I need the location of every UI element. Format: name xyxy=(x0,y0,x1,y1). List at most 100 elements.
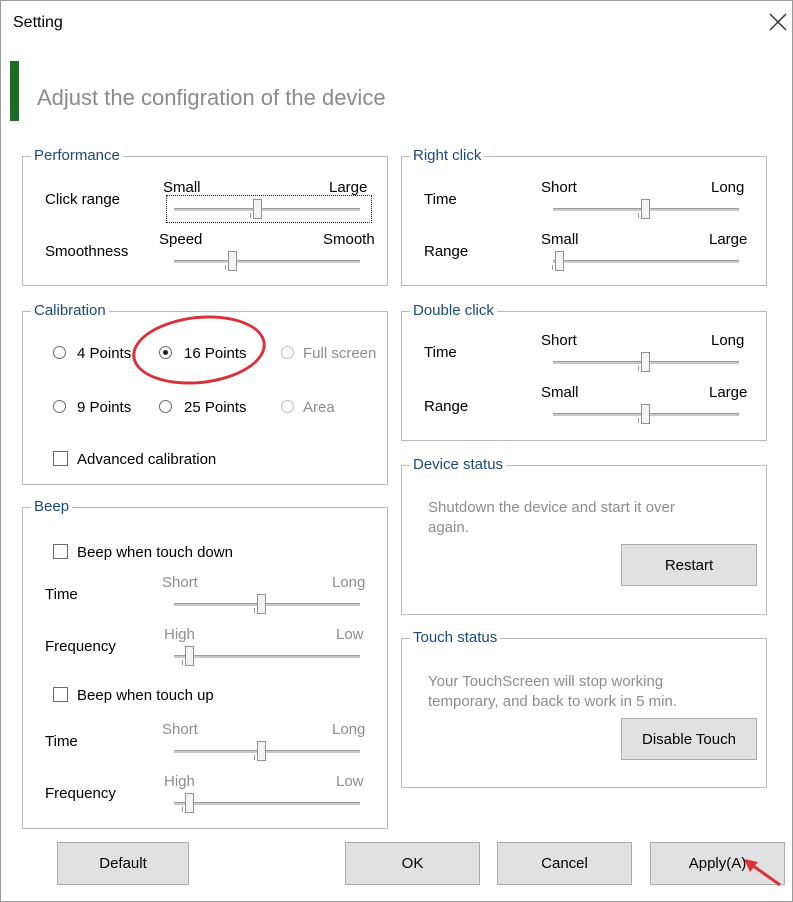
beep-down-time-min: Short xyxy=(162,574,198,591)
close-icon[interactable] xyxy=(767,11,789,33)
double-click-range-max: Large xyxy=(709,384,748,401)
beep-down-time-label: Time xyxy=(45,586,78,603)
beep-touch-down-label: Beep when touch down xyxy=(77,544,233,561)
slider-tick xyxy=(638,366,639,371)
click-range-slider[interactable] xyxy=(174,197,360,223)
device-status-group: Device status xyxy=(401,456,767,615)
beep-up-time-slider[interactable] xyxy=(174,739,360,765)
beep-up-time-max: Long xyxy=(332,721,366,738)
slider-thumb[interactable] xyxy=(257,594,266,614)
device-status-text-line2: again. xyxy=(428,519,469,536)
slider-tick xyxy=(638,213,639,218)
beep-down-time-slider[interactable] xyxy=(174,592,360,618)
double-click-range-min: Small xyxy=(541,384,579,401)
beep-down-freq-max: Low xyxy=(336,626,364,643)
device-status-text-line1: Shutdown the device and start it over xyxy=(428,499,675,516)
slider-thumb[interactable] xyxy=(641,199,650,219)
settings-window: Setting Adjust the configration of the d… xyxy=(0,0,793,902)
beep-down-freq-slider[interactable] xyxy=(174,644,360,670)
slider-thumb[interactable] xyxy=(257,741,266,761)
window-title: Setting xyxy=(13,14,63,31)
radio-25-points[interactable] xyxy=(159,400,172,413)
right-click-time-label: Time xyxy=(424,191,457,208)
beep-touch-down-checkbox[interactable] xyxy=(53,544,68,559)
right-click-time-max: Long xyxy=(711,179,745,196)
page-subtitle: Adjust the configration of the device xyxy=(37,85,386,110)
default-button[interactable]: Default xyxy=(57,842,189,885)
slider-thumb[interactable] xyxy=(641,404,650,424)
beep-down-freq-label: Frequency xyxy=(45,638,116,655)
slider-thumb[interactable] xyxy=(185,646,194,666)
performance-title: Performance xyxy=(31,147,123,165)
slider-tick xyxy=(182,660,183,665)
slider-tick xyxy=(254,608,255,613)
beep-up-time-label: Time xyxy=(45,733,78,750)
advanced-calibration-label: Advanced calibration xyxy=(77,451,217,468)
right-click-time-min: Short xyxy=(541,179,577,196)
beep-up-freq-max: Low xyxy=(336,773,364,790)
slider-tick xyxy=(250,213,251,218)
slider-thumb[interactable] xyxy=(228,251,237,271)
touch-status-group: Touch status xyxy=(401,629,767,788)
right-click-range-min: Small xyxy=(541,231,579,248)
beep-title: Beep xyxy=(31,498,73,516)
beep-touch-up-checkbox[interactable] xyxy=(53,687,68,702)
radio-area[interactable] xyxy=(281,400,294,413)
slider-track xyxy=(174,208,360,211)
radio-9-points[interactable] xyxy=(53,400,66,413)
touch-status-text-line2: temporary, and back to work in 5 min. xyxy=(428,693,677,710)
touch-status-text-line1: Your TouchScreen will stop working xyxy=(428,673,664,690)
radio-full-screen[interactable] xyxy=(281,346,294,359)
click-range-label: Click range xyxy=(45,191,121,208)
smoothness-slider[interactable] xyxy=(174,249,360,275)
slider-thumb[interactable] xyxy=(253,199,262,219)
ok-button[interactable]: OK xyxy=(345,842,480,885)
slider-tick xyxy=(254,755,255,760)
beep-touch-up-label: Beep when touch up xyxy=(77,687,214,704)
radio-9-points-label: 9 Points xyxy=(77,399,132,416)
accent-bar xyxy=(10,61,19,121)
disable-touch-button[interactable]: Disable Touch xyxy=(621,718,757,760)
right-click-range-slider[interactable] xyxy=(552,249,739,275)
smoothness-max: Smooth xyxy=(323,231,375,248)
double-click-time-label: Time xyxy=(424,344,457,361)
radio-25-points-label: 25 Points xyxy=(184,399,247,416)
slider-track xyxy=(174,655,360,658)
slider-track xyxy=(553,260,739,263)
right-click-range-label: Range xyxy=(424,243,469,260)
touch-status-title: Touch status xyxy=(410,629,501,647)
slider-thumb[interactable] xyxy=(641,352,650,372)
right-click-range-max: Large xyxy=(709,231,748,248)
slider-tick xyxy=(552,265,553,270)
double-click-time-max: Long xyxy=(711,332,745,349)
cancel-button[interactable]: Cancel xyxy=(497,842,632,885)
slider-track xyxy=(174,603,360,606)
beep-up-freq-min: High xyxy=(164,773,195,790)
double-click-time-min: Short xyxy=(541,332,577,349)
double-click-time-slider[interactable] xyxy=(553,350,739,376)
advanced-calibration-checkbox[interactable] xyxy=(53,451,68,466)
restart-button[interactable]: Restart xyxy=(621,544,757,586)
slider-thumb[interactable] xyxy=(555,251,564,271)
slider-track xyxy=(174,802,360,805)
radio-4-points[interactable] xyxy=(53,346,66,359)
slider-tick xyxy=(225,265,226,270)
radio-4-points-label: 4 Points xyxy=(77,345,132,362)
double-click-range-slider[interactable] xyxy=(553,402,739,428)
device-status-title: Device status xyxy=(410,456,507,474)
radio-area-label: Area xyxy=(303,399,335,416)
slider-tick xyxy=(638,418,639,423)
beep-up-time-min: Short xyxy=(162,721,198,738)
smoothness-label: Smoothness xyxy=(45,243,129,260)
double-click-range-label: Range xyxy=(424,398,469,415)
click-range-min: Small xyxy=(163,179,201,196)
right-click-time-slider[interactable] xyxy=(553,197,739,223)
radio-full-screen-label: Full screen xyxy=(303,345,377,362)
beep-up-freq-slider[interactable] xyxy=(174,791,360,817)
smoothness-min: Speed xyxy=(159,231,203,248)
beep-up-freq-label: Frequency xyxy=(45,785,116,802)
right-click-title: Right click xyxy=(410,147,485,165)
slider-thumb[interactable] xyxy=(185,793,194,813)
beep-down-time-max: Long xyxy=(332,574,366,591)
double-click-title: Double click xyxy=(410,302,497,320)
